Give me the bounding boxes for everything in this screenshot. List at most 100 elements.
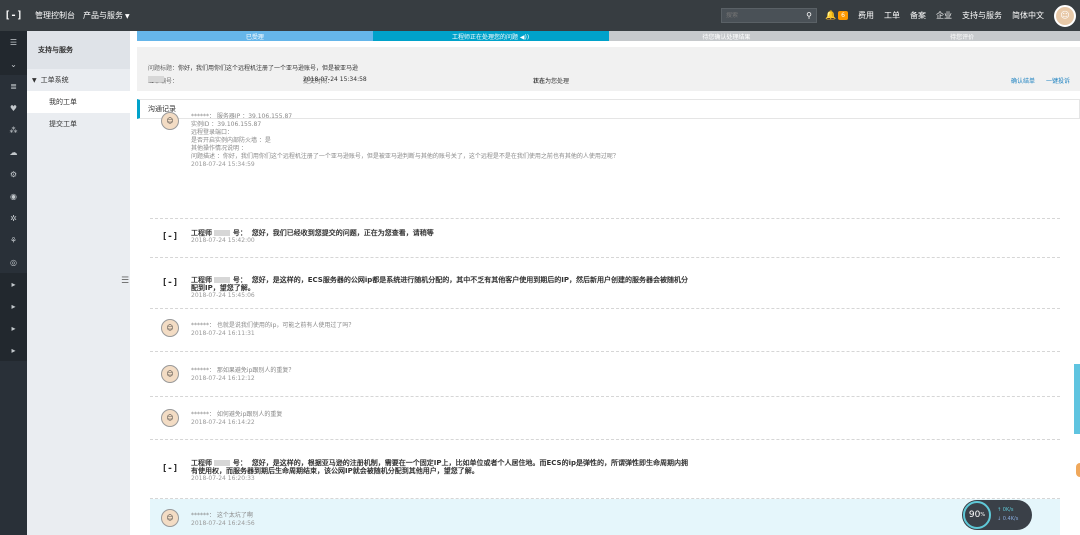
heart-icon[interactable]: ♥ — [0, 97, 27, 119]
ticket-info-panel: 问题标题：你好，我们用你们这个远程机注册了一个亚马逊账号，但是被亚马逊 工单编号… — [137, 47, 1080, 91]
speed-percent-unit: % — [980, 512, 986, 518]
nav-tickets[interactable]: 工单 — [884, 10, 900, 21]
top-right-area: ⚲ 🔔 6 费用 工单 备案 企业 支持与服务 简体中文 ☺ — [720, 0, 1080, 31]
list-icon[interactable]: ≣ — [0, 75, 27, 97]
message-line: 远程登录端口： — [191, 129, 234, 136]
engineer-name: 工程师 — [191, 276, 212, 284]
message-line: 实例ID ：39.106.155.87 — [191, 121, 262, 128]
top-nav-bar: [-] 管理控制台 产品与服务▼ ⚲ 🔔 6 费用 工单 备案 企业 支持与服务… — [0, 0, 1080, 31]
sidebar-item-my-tickets[interactable]: 我的工单 — [27, 91, 130, 113]
search-icon[interactable]: ⚲ — [806, 11, 812, 20]
arrow-icon[interactable]: ▸ — [0, 273, 27, 295]
network-icon[interactable]: ⁂ — [0, 119, 27, 141]
sidebar-group-label: 工单系统 — [40, 76, 69, 84]
user-avatar[interactable]: ☺ — [1054, 4, 1076, 27]
complain-link[interactable]: 一键投诉 — [1046, 78, 1070, 85]
message-time: 2018-07-24 16:20:33 — [191, 475, 255, 482]
globe-icon[interactable]: ◎ — [0, 251, 27, 273]
aliyun-logo-icon[interactable]: [-] — [0, 0, 27, 31]
ticket-meta-row: 工单编号：GJ 提交时间：2018-07-24 15:34:58 状态：正在为您… — [148, 76, 1080, 85]
message-body: ******： 服务器IP ：39.106.155.87 实例ID ：39.10… — [150, 100, 1060, 169]
engineer-name-suffix: 号： — [232, 276, 247, 284]
nav-language[interactable]: 简体中文 — [1012, 10, 1044, 21]
message-body: ******： 这个太坑了啊 2018-07-24 16:24:56 — [150, 499, 1060, 528]
ticket-title-label: 问题标题： — [148, 65, 179, 72]
engineer-name-suffix: 号： — [232, 229, 247, 237]
message-line: 您好，是这样的，根据亚马逊的注册机制，需要在一个固定IP上，比如单位或者个人居住… — [251, 459, 688, 467]
sidebar-group-ticket-system[interactable]: ▼ 工单系统 — [27, 69, 130, 91]
message-line: ******： 服务器IP ：39.106.155.87 — [191, 113, 293, 120]
message-body: ******： 如何避免ip跟别人的重复 2018-07-24 16:14:22 — [150, 397, 1060, 427]
status-value: 正在为您处理 — [533, 78, 570, 85]
arrow-icon[interactable]: ▸ — [0, 339, 27, 361]
sidebar-item-submit-ticket[interactable]: 提交工单 — [27, 113, 130, 135]
bell-icon[interactable]: 🔔 — [825, 11, 836, 21]
nav-fees[interactable]: 费用 — [858, 10, 874, 21]
speed-percent: 90 — [968, 510, 981, 520]
message-time: 2018-07-24 15:45:06 — [191, 292, 255, 299]
tree-icon[interactable]: ⚘ — [0, 229, 27, 251]
message-list: ☺ ******： 服务器IP ：39.106.155.87 实例ID ：39.… — [150, 100, 1060, 535]
feedback-side-tab[interactable] — [1074, 364, 1080, 434]
confirm-close-link[interactable]: 确认结单 — [1011, 78, 1035, 85]
console-link[interactable]: 管理控制台 — [35, 10, 75, 21]
redacted-block — [214, 460, 231, 466]
message-time: 2018-07-24 16:24:56 — [191, 520, 255, 527]
message-line: ******： 如何避免ip跟别人的重复 — [191, 411, 283, 418]
arrow-icon[interactable]: ▸ — [0, 295, 27, 317]
message-line: ******： 那如果避免ip跟别人的重复？ — [191, 367, 295, 374]
ticket-title-value: 你好，我们用你们这个远程机注册了一个亚马逊账号，但是被亚马逊 — [178, 65, 359, 72]
message-item: ☺ ******： 也就是说我们使用的ip，可能之前有人使用过了吗？ 2018-… — [150, 309, 1060, 352]
arrow-icon[interactable]: ▸ — [0, 317, 27, 339]
search-input[interactable] — [725, 12, 798, 19]
step-processing: 工程师正在处理您的问题 ◀)) — [372, 31, 609, 41]
aliyun-engineer-icon: [-] — [161, 232, 179, 242]
submit-time-value: 2018-07-24 15:34:58 — [303, 76, 367, 83]
message-body: 工程师 号： 您好，我们已经收到您提交的问题，正在为您查看，请稍等 2018-0… — [150, 219, 1060, 245]
step-confirm: 待您确认处理结果 — [608, 31, 845, 41]
message-body: 工程师 号： 您好，是这样的，ECS服务器的公网ip都是系统进行随机分配的，其中… — [150, 258, 1060, 300]
message-body: 工程师 号： 您好，是这样的，根据亚马逊的注册机制，需要在一个固定IP上，比如单… — [150, 440, 1060, 483]
step-evaluate: 待您评价 — [844, 31, 1080, 41]
message-item: [-] 工程师 号： 您好，我们已经收到您提交的问题，正在为您查看，请稍等 20… — [150, 219, 1060, 258]
support-sidebar: 支持与服务 ▼ 工单系统 我的工单 提交工单 — [27, 31, 130, 535]
user-avatar-icon: ☺ — [161, 365, 179, 383]
download-speed: ↓ 0.4K/s — [997, 516, 1019, 522]
notification-badge[interactable]: 6 — [838, 11, 848, 20]
chevron-icon[interactable]: ⌄ — [0, 53, 27, 75]
message-body: ******： 那如果避免ip跟别人的重复？ 2018-07-24 16:12:… — [150, 352, 1060, 383]
aliyun-engineer-icon: [-] — [161, 278, 179, 288]
engineer-name: 工程师 — [191, 459, 212, 467]
engineer-name-suffix: 号： — [232, 459, 247, 467]
nav-filing[interactable]: 备案 — [910, 10, 926, 21]
gear-icon[interactable]: ⚙ — [0, 163, 27, 185]
menu-icon[interactable]: ☰ — [0, 31, 27, 53]
message-line: ******： 也就是说我们使用的ip，可能之前有人使用过了吗？ — [191, 322, 355, 329]
ticket-title-row: 问题标题：你好，我们用你们这个远程机注册了一个亚马逊账号，但是被亚马逊 — [148, 63, 1080, 72]
redacted-block — [214, 277, 231, 283]
message-line: 配到IP，望您了解。 — [191, 284, 255, 292]
message-item: ☺ ******： 服务器IP ：39.106.155.87 实例ID ：39.… — [150, 100, 1060, 219]
icon-rail: ☰ ⌄ ≣ ♥ ⁂ ☁ ⚙ ◉ ✲ ⚘ ◎ ▸ ▸ ▸ ▸ — [0, 31, 27, 535]
user-avatar-icon: ☺ — [161, 509, 179, 527]
speed-values: ↑ 0K/s ↓ 0.4K/s — [997, 506, 1018, 524]
step-accepted: 已受理 — [137, 31, 373, 41]
cross-icon[interactable]: ✲ — [0, 207, 27, 229]
caret-down-icon: ▼ — [125, 13, 130, 20]
nav-support[interactable]: 支持与服务 — [962, 10, 1002, 21]
redacted-block — [214, 230, 231, 236]
user-avatar-icon: ☺ — [161, 112, 179, 130]
help-bubble[interactable] — [1076, 463, 1080, 477]
products-menu[interactable]: 产品与服务 ▼ — [83, 10, 130, 21]
search-box[interactable]: ⚲ — [720, 8, 817, 23]
message-line: 有使用权，而服务器到期后生命周期结束，该公网IP就会被随机分配到其他用户，望您了… — [191, 467, 479, 475]
network-speed-widget[interactable]: 90% ↑ 0K/s ↓ 0.4K/s — [962, 500, 1032, 530]
eye-icon[interactable]: ◉ — [0, 185, 27, 207]
engineer-name: 工程师 — [191, 229, 212, 237]
message-line: 问题描述 ：你好，我们用你们这个远程机注册了一个亚马逊账号，但是被亚马逊判断与其… — [191, 153, 619, 160]
sidebar-collapse-icon[interactable]: ☰ — [120, 274, 130, 288]
message-line: 您好，我们已经收到您提交的问题，正在为您查看，请稍等 — [251, 229, 434, 237]
nav-enterprise[interactable]: 企业 — [936, 10, 952, 21]
cloud-icon[interactable]: ☁ — [0, 141, 27, 163]
products-label: 产品与服务 — [83, 11, 123, 20]
